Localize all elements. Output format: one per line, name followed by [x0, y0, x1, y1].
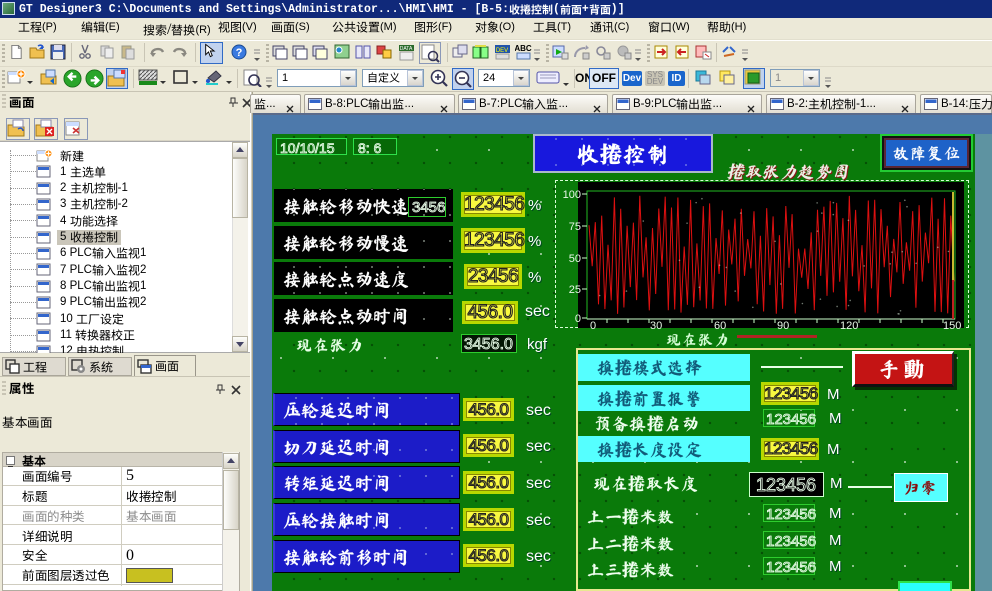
svg-text:50: 50 — [569, 253, 581, 265]
svg-text:25: 25 — [569, 284, 581, 296]
svg-text:150: 150 — [943, 320, 961, 330]
svg-text:DEV: DEV — [496, 48, 508, 54]
svg-text:?: ? — [236, 47, 243, 59]
svg-text:ABC: ABC — [515, 44, 532, 53]
svg-text:120: 120 — [840, 320, 858, 330]
svg-text:30: 30 — [650, 320, 662, 330]
svg-text:0: 0 — [590, 320, 596, 330]
svg-text:90: 90 — [777, 320, 789, 330]
svg-text:60: 60 — [714, 320, 726, 330]
svg-text:DATA: DATA — [400, 46, 413, 52]
svg-text:100: 100 — [563, 189, 581, 201]
svg-text:0: 0 — [575, 313, 581, 325]
svg-text:75: 75 — [569, 221, 581, 233]
